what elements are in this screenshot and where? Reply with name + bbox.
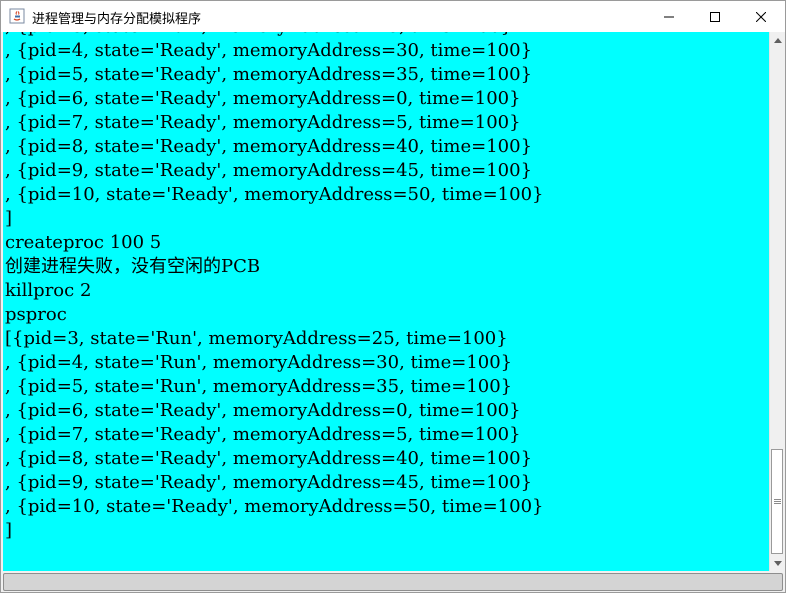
console-line: , {pid=6, state='Ready', memoryAddress=0… bbox=[5, 88, 521, 109]
console-line: psproc bbox=[5, 304, 67, 325]
scroll-up-button[interactable] bbox=[770, 32, 785, 48]
console-line: , {pid=4, state='Ready', memoryAddress=3… bbox=[5, 40, 533, 61]
java-app-icon bbox=[9, 8, 25, 24]
minimize-button[interactable] bbox=[646, 1, 692, 32]
scroll-thumb[interactable] bbox=[771, 449, 783, 554]
console-text-area[interactable]: , {pid=3, state='Run', memoryAddress=25,… bbox=[3, 32, 769, 571]
minimize-icon bbox=[664, 16, 674, 17]
console-line: [{pid=3, state='Run', memoryAddress=25, … bbox=[5, 328, 508, 349]
title-bar[interactable]: 进程管理与内存分配模拟程序 bbox=[1, 1, 785, 32]
console-line: , {pid=5, state='Ready', memoryAddress=3… bbox=[5, 64, 533, 85]
vertical-scrollbar[interactable] bbox=[769, 32, 785, 571]
console-line: , {pid=8, state='Ready', memoryAddress=4… bbox=[5, 136, 533, 157]
console-line: , {pid=5, state='Run', memoryAddress=35,… bbox=[5, 376, 513, 397]
console-line: , {pid=9, state='Ready', memoryAddress=4… bbox=[5, 472, 533, 493]
console-line: killproc 2 bbox=[5, 280, 92, 301]
console-line: ] bbox=[5, 208, 13, 229]
main-window: 进程管理与内存分配模拟程序 , {pid=3, state='Run', mem… bbox=[0, 0, 786, 593]
console-line: , {pid=10, state='Ready', memoryAddress=… bbox=[5, 496, 544, 517]
console-line: , {pid=7, state='Ready', memoryAddress=5… bbox=[5, 424, 521, 445]
console-line: , {pid=7, state='Ready', memoryAddress=5… bbox=[5, 112, 521, 133]
thumb-grip-line bbox=[774, 503, 781, 504]
console-line: , {pid=6, state='Ready', memoryAddress=0… bbox=[5, 400, 521, 421]
console-line: , {pid=4, state='Run', memoryAddress=30,… bbox=[5, 352, 513, 373]
console-line: , {pid=3, state='Run', memoryAddress=25,… bbox=[5, 32, 543, 39]
console-line: createproc 100 5 bbox=[5, 232, 162, 253]
window-title: 进程管理与内存分配模拟程序 bbox=[32, 12, 202, 27]
close-icon bbox=[756, 11, 766, 22]
console-line: , {pid=10, state='Ready', memoryAddress=… bbox=[5, 184, 544, 205]
console-line: ] bbox=[5, 520, 13, 541]
console-line: , {pid=8, state='Ready', memoryAddress=4… bbox=[5, 448, 533, 469]
console-output: , {pid=3, state='Run', memoryAddress=25,… bbox=[5, 32, 543, 543]
scroll-track[interactable] bbox=[770, 48, 785, 555]
scroll-up-arrow-icon bbox=[773, 37, 782, 43]
close-button[interactable] bbox=[738, 1, 784, 32]
thumb-grip-line bbox=[774, 499, 781, 500]
scroll-down-button[interactable] bbox=[770, 555, 785, 571]
scroll-down-arrow-icon bbox=[773, 560, 782, 566]
console-line: 创建进程失败，没有空闲的PCB bbox=[5, 256, 261, 277]
console-line: , {pid=9, state='Ready', memoryAddress=4… bbox=[5, 160, 533, 181]
thumb-grip-line bbox=[774, 501, 781, 502]
maximize-button[interactable] bbox=[692, 1, 738, 32]
maximize-icon bbox=[710, 11, 720, 22]
input-field[interactable] bbox=[3, 573, 783, 591]
